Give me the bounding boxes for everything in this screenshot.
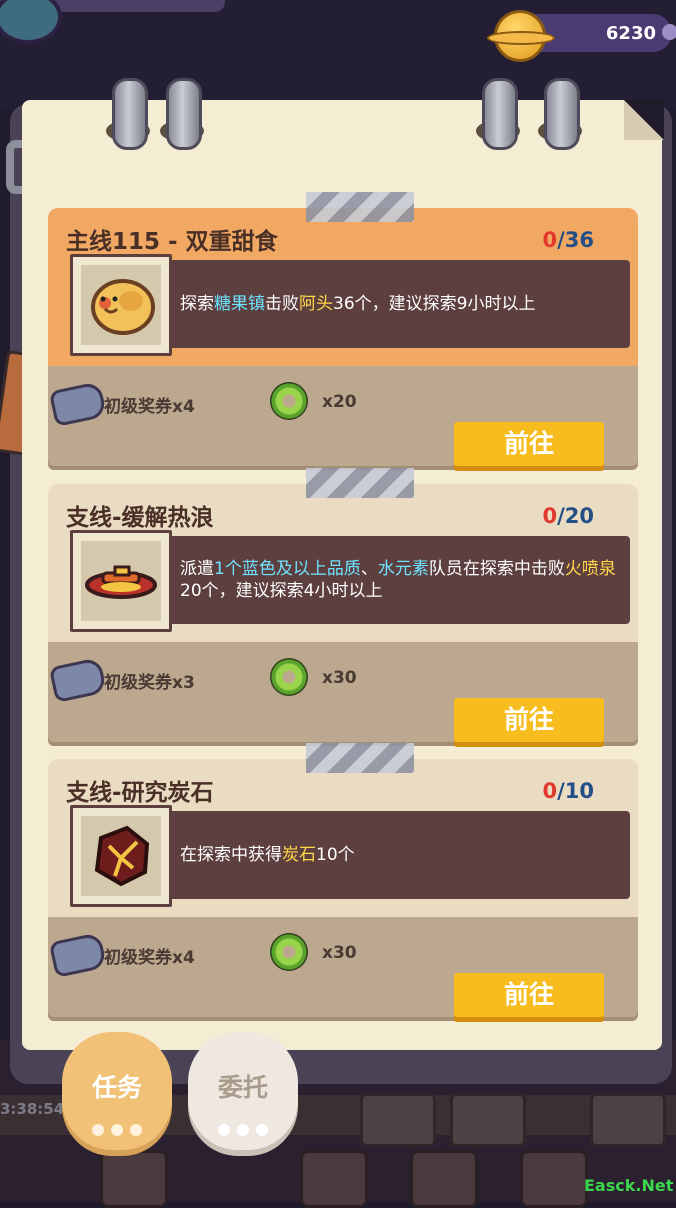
quest-description: 派遣1个蓝色及以上品质、水元素队员在探索中击败火喷泉 20个，建议探索4小时以上 (180, 536, 620, 624)
ticket-icon (48, 656, 108, 704)
quest-icon-frame (70, 805, 172, 907)
tab-commissions[interactable]: 委托 (188, 1032, 298, 1150)
paw-icon (92, 1124, 104, 1136)
description-segment: 派遣 (180, 559, 214, 579)
bottom-slot (300, 1150, 368, 1208)
description-segment: 探索 (180, 294, 214, 314)
reward-row: 初级奖券x4 x30 (48, 929, 638, 979)
quest-description: 在探索中获得炭石10个 (180, 811, 620, 899)
description-segment: 击败 (265, 294, 299, 314)
quest-title: 支线-研究炭石 (66, 780, 214, 806)
description-segment: 36个，建议探索9小时以上 (333, 294, 536, 314)
add-currency-icon[interactable] (662, 24, 676, 40)
tape-decoration (306, 192, 414, 222)
quest-card-side: 支线-缓解热浪 0/20 派遣1个蓝色及以上品质、水元素队员在探索中击败火喷泉 20个… (48, 468, 638, 746)
progress-total: /20 (557, 504, 594, 528)
reward-row: 初级奖券x3 x30 (48, 654, 638, 704)
green-donut-icon (270, 658, 308, 696)
progress-current: 0 (542, 228, 558, 252)
tape-decoration (306, 743, 414, 773)
paw-icon (218, 1124, 230, 1136)
charcoal-stone-icon (81, 825, 161, 900)
tape-decoration (306, 468, 414, 498)
paw-icon (256, 1124, 268, 1136)
quest-title: 主线115 - 双重甜食 (66, 229, 278, 255)
progress-total: /36 (557, 228, 594, 252)
binder-ring-icon (544, 78, 580, 150)
watermark: Easck.Net (584, 1176, 674, 1195)
description-segment: 在探索中获得 (180, 845, 282, 865)
reward-ticket-label: 初级奖券x4 (104, 948, 195, 968)
bottom-slot (410, 1150, 478, 1208)
fire-fountain-icon (81, 565, 161, 625)
binder-ring-icon (166, 78, 202, 150)
ticket-icon (48, 380, 108, 428)
currency-value: 6230 (605, 23, 656, 44)
tab-quests-label: 任务 (91, 1073, 142, 1102)
reward-donut-label: x30 (322, 943, 357, 963)
quest-card-side: 支线-研究炭石 0/10 在探索中获得炭石10个初级奖券x4 x30 前往 (48, 743, 638, 1021)
quest-card-main: 主线115 - 双重甜食 0/36 探索糖果镇击败阿头36个，建议探索9小时以上初级… (48, 192, 638, 470)
quest-icon-frame (70, 254, 172, 356)
progress-current: 0 (542, 504, 558, 528)
binder-ring-icon (482, 78, 518, 150)
tab-quests[interactable]: 任务 (62, 1032, 172, 1150)
goto-button[interactable]: 前往 (454, 422, 604, 466)
cookie-monster-icon (81, 279, 161, 349)
description-segment: 阿头 (299, 294, 333, 314)
description-segment: 糖果镇 (214, 294, 265, 314)
quest-progress: 0/10 (542, 779, 594, 803)
description-segment: 、 (360, 559, 378, 579)
paw-icon (111, 1124, 123, 1136)
quest-description: 探索糖果镇击败阿头36个，建议探索9小时以上 (180, 260, 620, 348)
slot (590, 1093, 666, 1147)
quest-progress: 0/36 (542, 228, 594, 252)
paw-icon (130, 1124, 142, 1136)
description-segment: 火喷泉 (564, 559, 616, 579)
progress-total: /10 (557, 779, 594, 803)
green-donut-icon (270, 933, 308, 971)
reward-ticket-label: 初级奖券x3 (104, 673, 195, 693)
description-segment: 10个 (316, 845, 355, 865)
reward-donut-label: x20 (322, 392, 357, 412)
description-segment: 炭石 (282, 845, 316, 865)
description-segment: 队员在探索中击败 (428, 559, 565, 579)
reward-ticket-label: 初级奖券x4 (104, 397, 195, 417)
reward-donut-label: x30 (322, 668, 357, 688)
progress-current: 0 (542, 779, 558, 803)
gold-planet-coin-icon (487, 10, 555, 62)
ticket-icon (48, 931, 108, 979)
tab-commissions-label: 委托 (217, 1073, 268, 1102)
description-segment: 20个，建议探索4小时以上 (180, 581, 383, 601)
description-segment: 水元素 (377, 559, 429, 579)
quest-progress: 0/20 (542, 504, 594, 528)
bottom-slot (520, 1150, 588, 1208)
slot (450, 1093, 526, 1147)
timer-text: 3:38:54 (0, 1100, 65, 1118)
bottom-slot (100, 1150, 168, 1208)
paw-icon (237, 1124, 249, 1136)
description-segment: 1个蓝色及以上品质 (214, 559, 361, 579)
binder-ring-icon (112, 78, 148, 150)
green-donut-icon (270, 382, 308, 420)
quest-icon-frame (70, 530, 172, 632)
lock-slot (360, 1093, 436, 1147)
goto-button[interactable]: 前往 (454, 973, 604, 1017)
page-fold (624, 100, 664, 140)
goto-button[interactable]: 前往 (454, 698, 604, 742)
reward-row: 初级奖券x4 x20 (48, 378, 638, 428)
quest-title: 支线-缓解热浪 (66, 505, 214, 531)
